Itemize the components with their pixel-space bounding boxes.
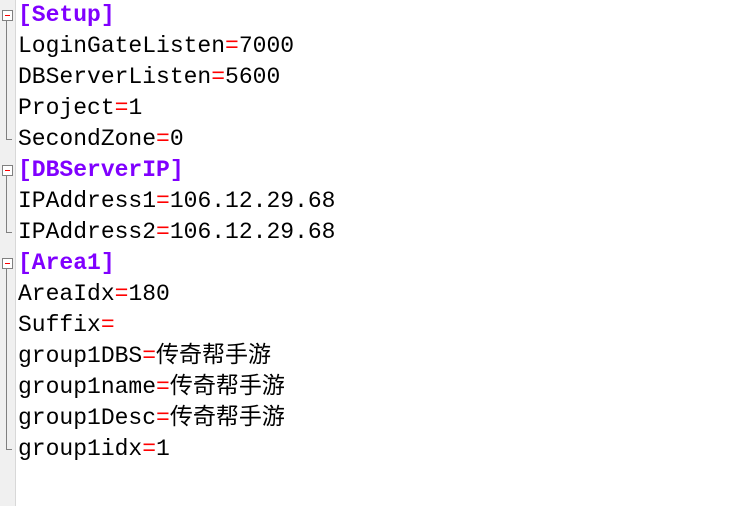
fold-toggle-area1[interactable] (2, 258, 13, 269)
config-line[interactable]: Project=1 (17, 93, 335, 124)
fold-toggle-setup[interactable] (2, 10, 13, 21)
equals-sign: = (142, 434, 156, 465)
config-value: 传奇帮手游 (170, 403, 285, 434)
config-line[interactable]: group1DBS=传奇帮手游 (17, 341, 335, 372)
config-line[interactable]: DBServerListen=5600 (17, 62, 335, 93)
config-key: Suffix (18, 310, 101, 341)
config-line[interactable]: IPAddress2=106.12.29.68 (17, 217, 335, 248)
config-line[interactable]: SecondZone=0 (17, 124, 335, 155)
config-key: group1Desc (18, 403, 156, 434)
config-key: SecondZone (18, 124, 156, 155)
section-header[interactable]: [Setup] (17, 0, 335, 31)
equals-sign: = (156, 372, 170, 403)
section-name: [Area1] (18, 248, 115, 279)
config-line[interactable]: IPAddress1=106.12.29.68 (17, 186, 335, 217)
config-key: group1idx (18, 434, 142, 465)
equals-sign: = (156, 403, 170, 434)
equals-sign: = (156, 217, 170, 248)
config-line[interactable]: group1Desc=传奇帮手游 (17, 403, 335, 434)
minus-icon (5, 263, 10, 264)
equals-sign: = (101, 310, 115, 341)
fold-toggle-dbserverip[interactable] (2, 165, 13, 176)
minus-icon (5, 170, 10, 171)
config-key: group1name (18, 372, 156, 403)
config-line[interactable]: Suffix= (17, 310, 335, 341)
code-area[interactable]: [Setup] LoginGateListen=7000 DBServerLis… (17, 0, 335, 465)
fold-line (6, 176, 7, 232)
config-value: 180 (128, 279, 169, 310)
config-line[interactable]: group1idx=1 (17, 434, 335, 465)
equals-sign: = (156, 186, 170, 217)
config-value: 5600 (225, 62, 280, 93)
config-key: group1DBS (18, 341, 142, 372)
config-line[interactable]: LoginGateListen=7000 (17, 31, 335, 62)
config-value: 0 (170, 124, 184, 155)
fold-line (6, 21, 7, 139)
equals-sign: = (115, 279, 129, 310)
config-value: 7000 (239, 31, 294, 62)
code-editor[interactable]: [Setup] LoginGateListen=7000 DBServerLis… (0, 0, 751, 506)
config-key: LoginGateListen (18, 31, 225, 62)
fold-end (6, 449, 12, 450)
equals-sign: = (115, 93, 129, 124)
section-header[interactable]: [Area1] (17, 248, 335, 279)
section-header[interactable]: [DBServerIP] (17, 155, 335, 186)
equals-sign: = (225, 31, 239, 62)
config-line[interactable]: AreaIdx=180 (17, 279, 335, 310)
section-name: [DBServerIP] (18, 155, 184, 186)
config-value: 传奇帮手游 (170, 372, 285, 403)
config-value: 106.12.29.68 (170, 186, 336, 217)
config-key: Project (18, 93, 115, 124)
fold-end (6, 232, 12, 233)
config-value: 106.12.29.68 (170, 217, 336, 248)
config-value: 1 (156, 434, 170, 465)
equals-sign: = (142, 341, 156, 372)
fold-line (6, 269, 7, 449)
config-value: 传奇帮手游 (156, 341, 271, 372)
minus-icon (5, 15, 10, 16)
config-key: IPAddress2 (18, 217, 156, 248)
config-key: AreaIdx (18, 279, 115, 310)
fold-end (6, 139, 12, 140)
fold-gutter (0, 0, 16, 506)
config-value: 1 (128, 93, 142, 124)
config-line[interactable]: group1name=传奇帮手游 (17, 372, 335, 403)
config-key: IPAddress1 (18, 186, 156, 217)
equals-sign: = (156, 124, 170, 155)
section-name: [Setup] (18, 0, 115, 31)
equals-sign: = (211, 62, 225, 93)
config-key: DBServerListen (18, 62, 211, 93)
